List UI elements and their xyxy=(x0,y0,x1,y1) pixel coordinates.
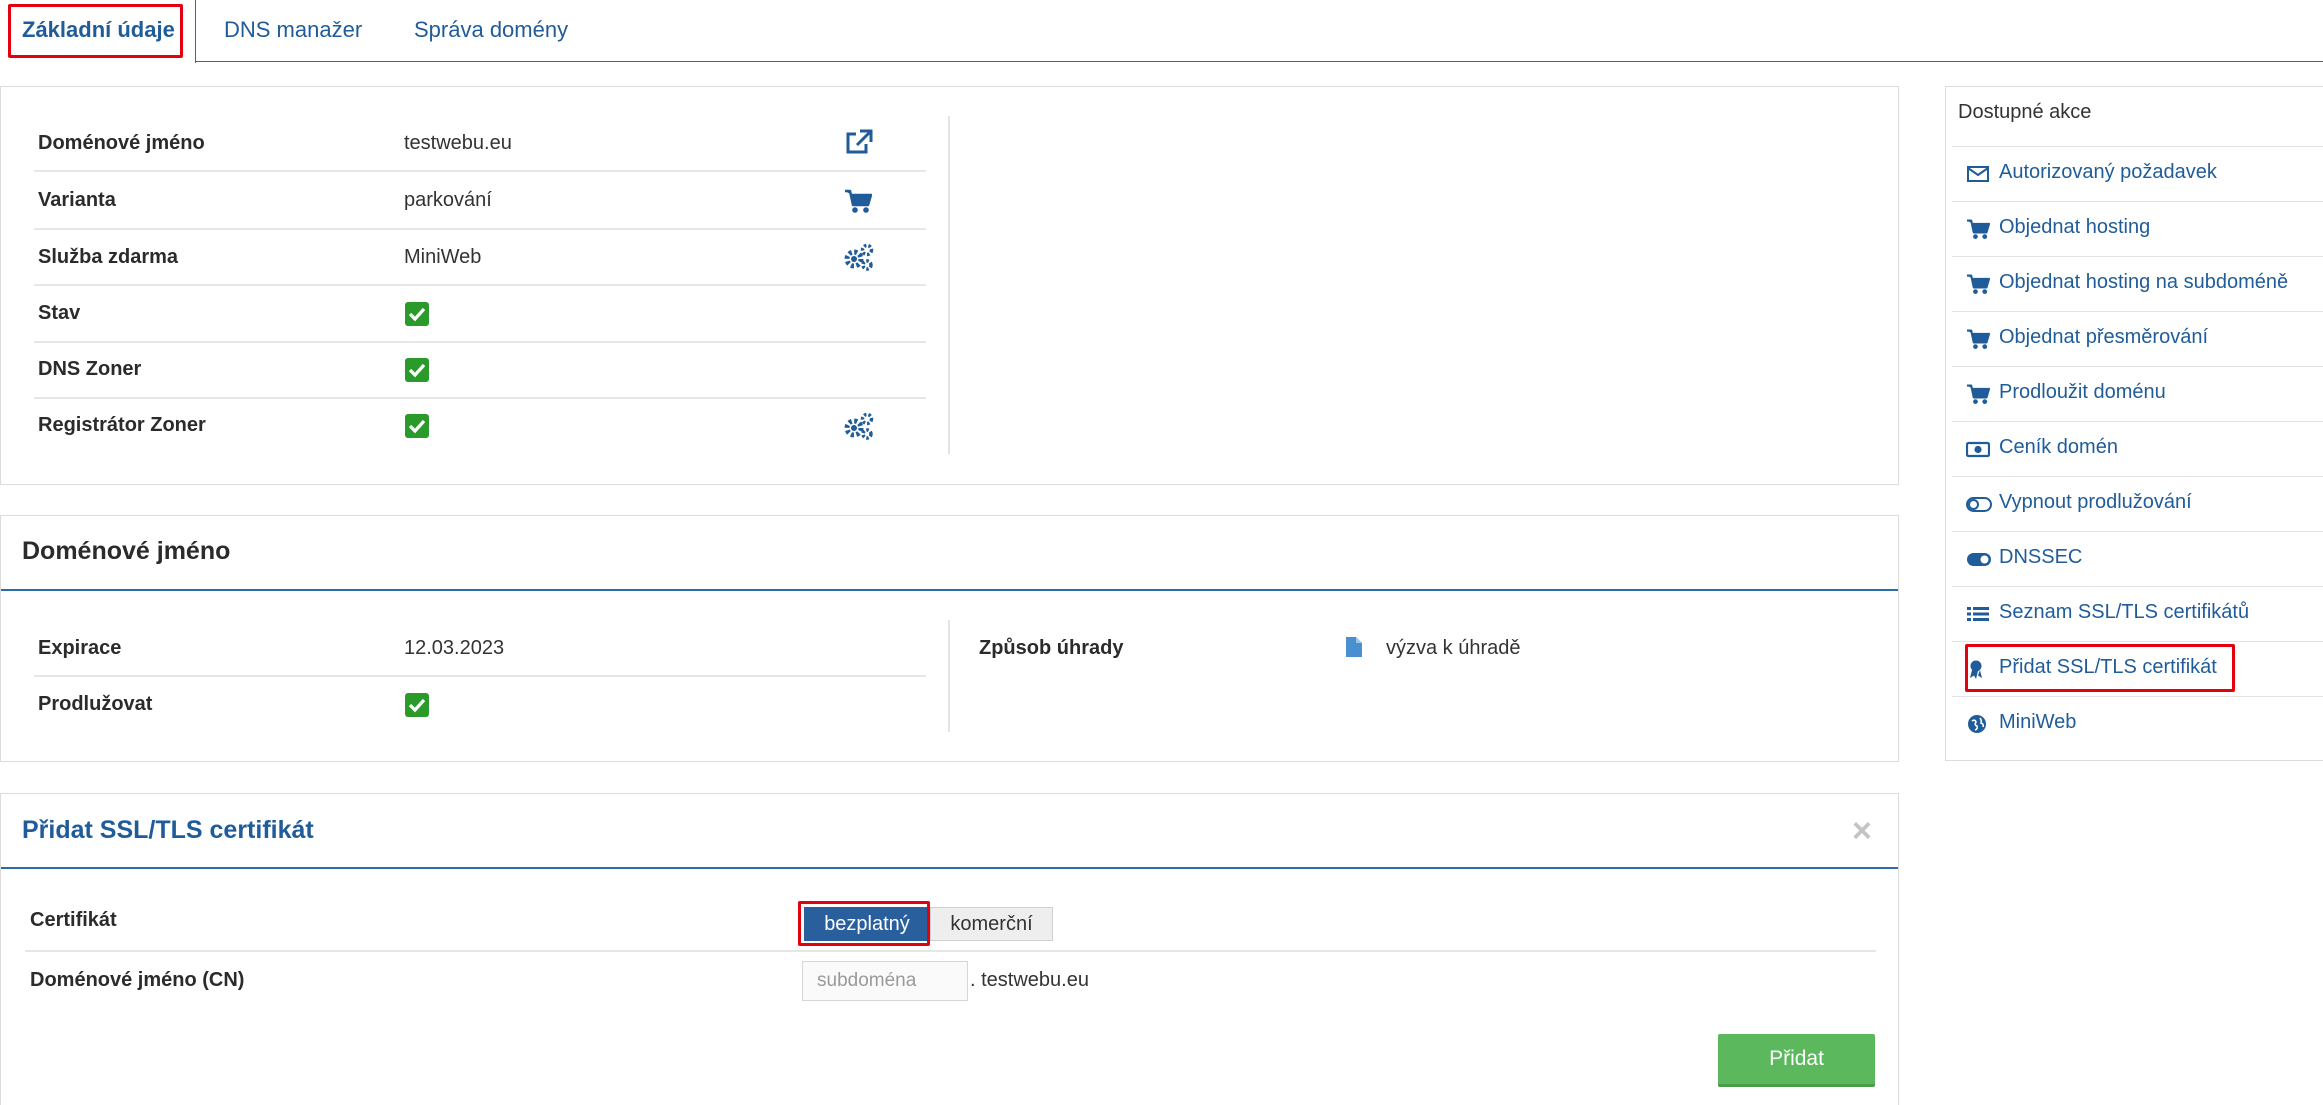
column-divider xyxy=(948,620,950,732)
certificate-label: Certifikát xyxy=(30,909,117,931)
sidebar-item-label: Objednat hosting xyxy=(1999,216,2151,238)
close-icon[interactable]: × xyxy=(1852,812,1872,851)
list-icon xyxy=(1966,603,1990,625)
sidebar-title: Dostupné akce xyxy=(1958,101,2092,123)
cn-label: Doménové jméno (CN) xyxy=(30,969,245,991)
dns-zoner-label: DNS Zoner xyxy=(38,358,142,380)
row-divider xyxy=(34,228,926,230)
domain-panel-title: Doménové jméno xyxy=(22,537,231,565)
row-divider xyxy=(34,397,926,399)
sidebar-item-order-hosting[interactable]: Objednat hosting xyxy=(1952,201,2323,256)
payment-method-label: Způsob úhrady xyxy=(979,637,1124,659)
sidebar-item-disable-renewal[interactable]: Vypnout prodlužování xyxy=(1952,476,2323,531)
variant-label: Varianta xyxy=(38,189,116,211)
subdomain-input[interactable]: subdoména xyxy=(802,961,968,1001)
expiry-label: Expirace xyxy=(38,637,122,659)
sidebar-item-authorized-request[interactable]: Autorizovaný požadavek xyxy=(1952,146,2323,201)
sidebar-item-miniweb[interactable]: MiniWeb xyxy=(1952,696,2323,751)
expiry-value: 12.03.2023 xyxy=(404,637,505,659)
row-divider xyxy=(34,170,926,172)
variant-value: parkování xyxy=(404,189,492,211)
cn-domain-suffix: . testwebu.eu xyxy=(970,969,1089,991)
check-icon xyxy=(405,693,429,717)
column-divider xyxy=(948,116,950,454)
cart-icon[interactable] xyxy=(844,188,873,219)
sidebar-item-label: Objednat hosting na subdoméně xyxy=(1999,271,2289,293)
tab-dns-manager[interactable]: DNS manažer xyxy=(224,0,362,62)
status-label: Stav xyxy=(38,302,81,324)
cart-icon xyxy=(1966,383,1991,405)
check-icon xyxy=(405,358,429,382)
tab-bar: Základní údaje DNS manažer Správa domény xyxy=(0,0,2323,63)
sidebar-item-label: Prodloužit doménu xyxy=(1999,381,2166,403)
check-icon xyxy=(405,302,429,326)
free-service-value: MiniWeb xyxy=(404,246,482,268)
row-divider xyxy=(25,950,1876,952)
registrar-zoner-label: Registrátor Zoner xyxy=(38,414,206,436)
panel-divider xyxy=(1,867,1898,869)
panel-divider xyxy=(1,589,1898,591)
sidebar-item-domain-pricing[interactable]: Ceník domén xyxy=(1952,421,2323,476)
domain-panel xyxy=(0,515,1899,762)
row-divider xyxy=(34,341,926,343)
row-divider xyxy=(34,284,926,286)
sidebar-item-label: Seznam SSL/TLS certifikátů xyxy=(1999,601,2250,623)
free-service-label: Služba zdarma xyxy=(38,246,179,268)
sidebar-item-order-hosting-subdomain[interactable]: Objednat hosting na subdoméně xyxy=(1952,256,2323,311)
cart-icon xyxy=(1966,328,1991,350)
cart-icon xyxy=(1966,218,1991,240)
sidebar-item-label: Objednat přesměrování xyxy=(1999,326,2209,348)
sidebar-item-dnssec[interactable]: DNSSEC xyxy=(1952,531,2323,586)
sidebar-item-renew-domain[interactable]: Prodloužit doménu xyxy=(1952,366,2323,421)
toggle-off-icon xyxy=(1966,493,1992,515)
basic-info-panel xyxy=(0,86,1899,485)
ssl-panel-title: Přidat SSL/TLS certifikát xyxy=(22,816,314,844)
add-button[interactable]: Přidat xyxy=(1718,1034,1875,1087)
gears-icon[interactable] xyxy=(843,411,875,446)
globe-icon xyxy=(1966,713,1990,735)
toggle-on-icon xyxy=(1966,548,1991,570)
renew-label: Prodlužovat xyxy=(38,693,153,715)
sidebar-item-label: Ceník domén xyxy=(1999,436,2118,458)
highlight-box xyxy=(8,4,183,58)
domain-name-value: testwebu.eu xyxy=(404,132,512,154)
external-link-icon[interactable] xyxy=(844,128,874,161)
envelope-icon xyxy=(1966,163,1990,185)
sidebar-item-order-redirect[interactable]: Objednat přesměrování xyxy=(1952,311,2323,366)
highlight-box xyxy=(798,901,930,946)
tab-domain-management[interactable]: Správa domény xyxy=(414,0,568,62)
sidebar-item-label: DNSSEC xyxy=(1999,546,2083,568)
domain-name-label: Doménové jméno xyxy=(38,132,205,154)
money-icon xyxy=(1965,438,1991,460)
check-icon xyxy=(405,414,429,438)
document-icon xyxy=(1345,636,1363,663)
highlight-box xyxy=(1965,644,2235,692)
payment-method-value: výzva k úhradě xyxy=(1386,637,1521,659)
sidebar-item-label: Autorizovaný požadavek xyxy=(1999,161,2217,183)
sidebar-item-label: MiniWeb xyxy=(1999,711,2077,733)
sidebar-item-label: Vypnout prodlužování xyxy=(1999,491,2192,513)
gears-icon[interactable] xyxy=(843,242,875,277)
commercial-certificate-button[interactable]: komerční xyxy=(930,907,1053,941)
sidebar-item-ssl-list[interactable]: Seznam SSL/TLS certifikátů xyxy=(1952,586,2323,641)
row-divider xyxy=(34,675,926,677)
cart-icon xyxy=(1966,273,1991,295)
